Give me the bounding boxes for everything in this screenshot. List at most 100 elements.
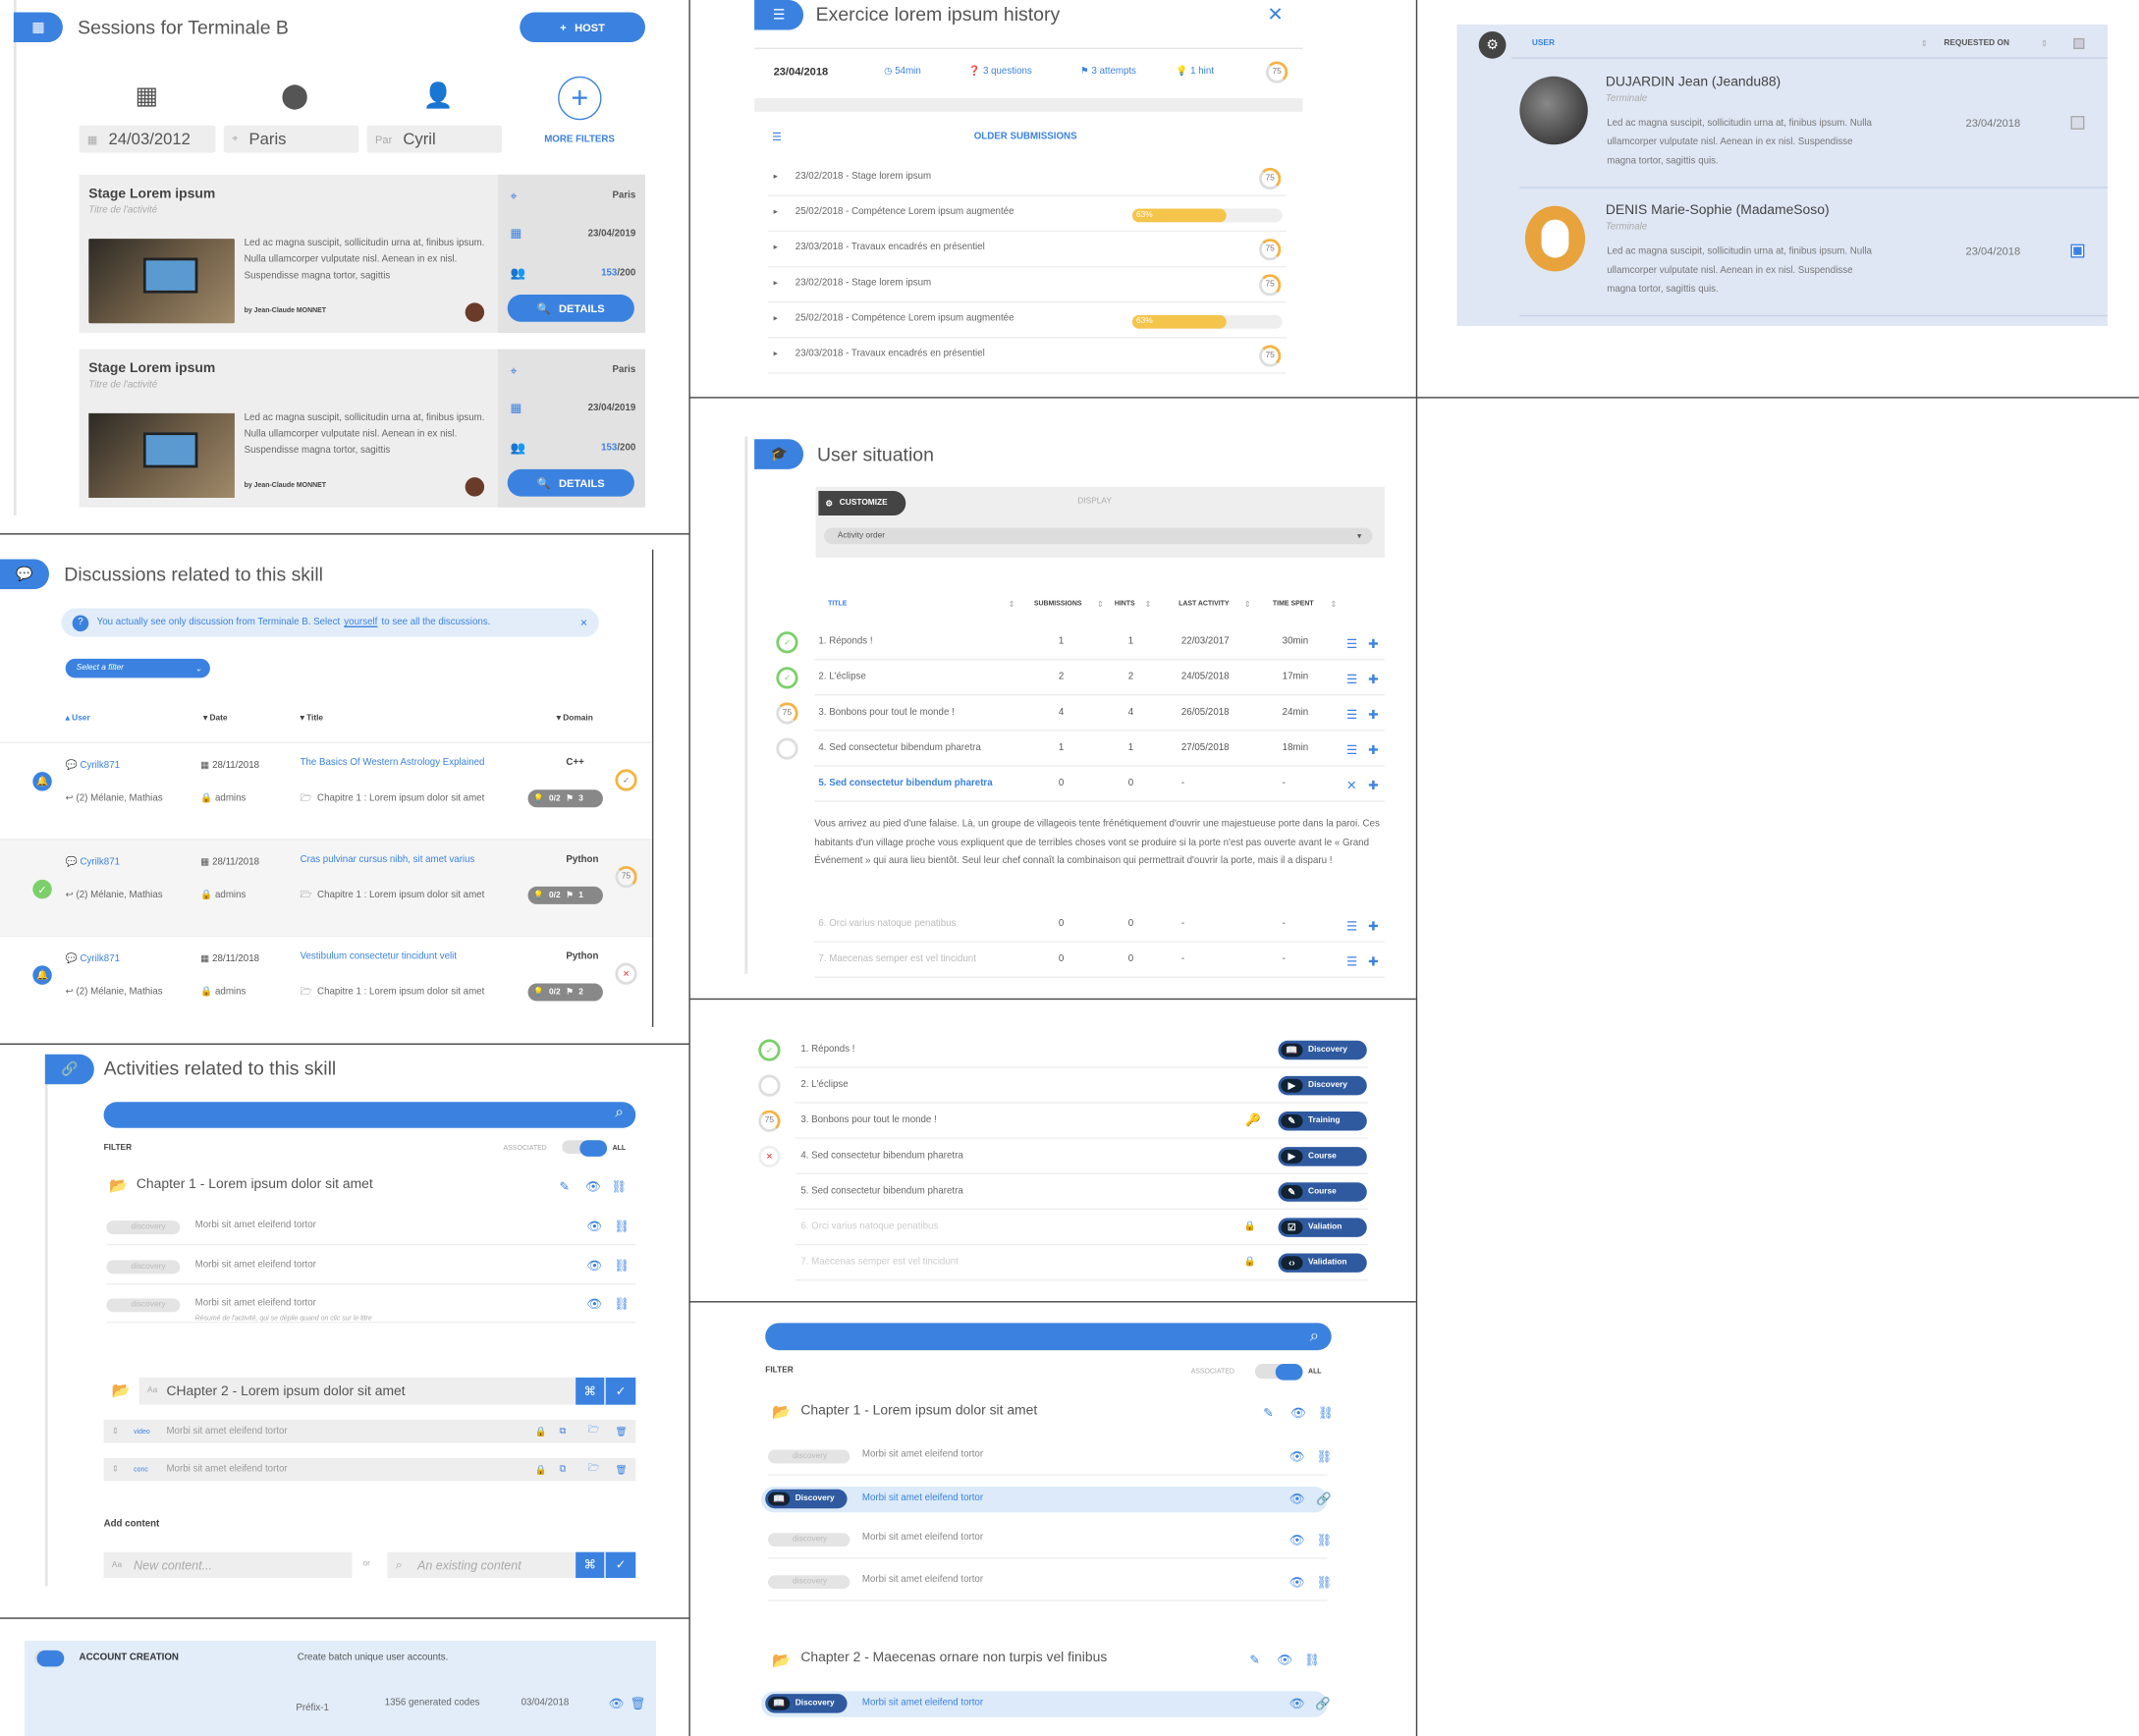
- display-tab[interactable]: DISPLAY: [1077, 498, 1112, 506]
- puzzle-icon[interactable]: ✚: [1368, 743, 1378, 758]
- eye-icon[interactable]: 👁: [1289, 1697, 1305, 1711]
- details-button[interactable]: 🔍 DETAILS: [507, 295, 634, 322]
- col-submissions[interactable]: SUBMISSIONS: [1034, 600, 1082, 608]
- sitemap-button[interactable]: ⌘: [576, 1551, 606, 1579]
- col-time-spent[interactable]: TIME SPENT: [1273, 600, 1314, 608]
- search-icon[interactable]: ⌕: [1310, 1326, 1319, 1346]
- edit-icon[interactable]: ✎: [559, 1179, 569, 1194]
- sort-icon[interactable]: ⇕: [1008, 600, 1015, 610]
- submission-label[interactable]: 25/02/2018 - Compétence Lorem ipsum augm…: [795, 207, 1015, 217]
- caret-right-icon[interactable]: ▸: [774, 278, 778, 288]
- search-icon[interactable]: ⌕: [615, 1105, 624, 1122]
- selected-item[interactable]: 📖 Discovery Morbi sit amet eleifend torto…: [761, 1691, 1331, 1717]
- list-icon[interactable]: ☰: [1346, 954, 1357, 969]
- item-label[interactable]: Morbi sit amet eleifend tortor: [862, 1450, 983, 1460]
- activity-title[interactable]: 7. Maecenas semper est vel tincidunt: [818, 954, 976, 964]
- col-user[interactable]: USER: [1532, 39, 1555, 47]
- drag-icon[interactable]: ⇕: [112, 1465, 119, 1474]
- more-filters-link[interactable]: MORE FILTERS: [544, 136, 615, 145]
- activity-title[interactable]: 7. Maecenas semper est vel tincidunt: [800, 1258, 959, 1268]
- sort-icon[interactable]: ⇕: [1244, 600, 1251, 610]
- folder-icon[interactable]: 🗁: [588, 1424, 600, 1438]
- list-icon[interactable]: ☰: [1346, 673, 1357, 687]
- unlink-icon[interactable]: ⛓: [1316, 1575, 1332, 1590]
- trash-icon[interactable]: 🗑: [615, 1426, 627, 1438]
- chapter-title-input[interactable]: Aa CHapter 2 - Lorem ipsum dolor sit amet: [138, 1377, 576, 1405]
- trash-icon[interactable]: 🗑: [615, 1464, 627, 1475]
- row-checkbox-checked[interactable]: [2070, 244, 2085, 258]
- activity-title[interactable]: 3. Bonbons pour tout le monde !: [818, 708, 954, 718]
- row-checkbox[interactable]: [2070, 116, 2085, 130]
- associated-toggle[interactable]: [562, 1140, 608, 1157]
- caret-right-icon[interactable]: ▸: [774, 243, 778, 252]
- sort-icon[interactable]: ⇕: [2041, 39, 2048, 49]
- activity-title[interactable]: 5. Sed consectetur bibendum pharetra: [818, 779, 992, 788]
- check-button[interactable]: ✓: [605, 1377, 636, 1405]
- order-select[interactable]: Activity order ▾: [823, 527, 1373, 545]
- content-item[interactable]: ⇕ video Morbi sit amet eleifend tortor 🔒 ⧉ 🗁…: [103, 1419, 636, 1443]
- sort-icon[interactable]: ⇕: [1144, 600, 1151, 610]
- col-requested[interactable]: REQUESTED ON: [1944, 39, 2009, 47]
- activity-title[interactable]: 2. L'éclipse: [800, 1080, 848, 1090]
- activity-title[interactable]: 1. Réponds !: [818, 637, 872, 647]
- lock-icon[interactable]: 🔒: [534, 1464, 546, 1475]
- chapter-title[interactable]: Chapter 2 - Maecenas ornare non turpis v…: [800, 1651, 1107, 1665]
- unlink-icon[interactable]: ⛓: [611, 1179, 627, 1194]
- caret-right-icon[interactable]: ▸: [774, 313, 778, 323]
- eye-icon[interactable]: 👁: [1290, 1406, 1306, 1421]
- caret-right-icon[interactable]: ▸: [774, 172, 778, 181]
- eye-icon[interactable]: 👁: [585, 1179, 601, 1194]
- unlink-icon[interactable]: ⛓: [1304, 1653, 1320, 1667]
- eye-icon[interactable]: 👁: [1289, 1450, 1305, 1465]
- link-icon[interactable]: 🔗: [1316, 1492, 1332, 1506]
- col-user[interactable]: ▴ User: [66, 713, 90, 723]
- unlink-icon[interactable]: ⛓: [614, 1220, 630, 1234]
- lock-icon[interactable]: 🔒: [534, 1426, 546, 1438]
- chapter-title[interactable]: Chapter 1 - Lorem ipsum dolor sit amet: [137, 1177, 373, 1192]
- eye-icon[interactable]: 👁: [1289, 1492, 1305, 1506]
- more-filters-plus-icon[interactable]: +: [558, 76, 602, 121]
- list-icon[interactable]: ☰: [1346, 637, 1357, 652]
- new-content-input[interactable]: Aa New content...: [103, 1551, 353, 1579]
- user-name[interactable]: DUJARDIN Jean (Jeandu88): [1606, 75, 1781, 89]
- activity-title[interactable]: 5. Sed consectetur bibendum pharetra: [800, 1186, 962, 1196]
- item-label[interactable]: Morbi sit amet eleifend tortor: [195, 1298, 316, 1308]
- item-label[interactable]: Morbi sit amet eleifend tortor: [862, 1575, 983, 1585]
- activity-title[interactable]: 3. Bonbons pour tout le monde !: [800, 1115, 936, 1125]
- item-label[interactable]: Morbi sit amet eleifend tortor: [195, 1260, 316, 1270]
- submission-label[interactable]: 23/03/2018 - Travaux encadrés en présent…: [795, 243, 985, 252]
- copy-icon[interactable]: ⧉: [559, 1464, 566, 1475]
- content-item[interactable]: ⇕ conc Morbi sit amet eleifend tortor 🔒 ⧉ 🗁 🗑: [103, 1457, 636, 1482]
- close-icon[interactable]: ✕: [1346, 779, 1356, 793]
- sort-icon[interactable]: ⇕: [1921, 39, 1928, 49]
- yourself-link[interactable]: yourself: [344, 618, 377, 627]
- activity-title[interactable]: 1. Réponds !: [800, 1045, 854, 1055]
- eye-icon[interactable]: 👁: [1289, 1575, 1305, 1590]
- city-filter[interactable]: ⌖ Paris: [223, 125, 359, 153]
- list-icon[interactable]: ☰: [1346, 919, 1357, 934]
- associated-toggle[interactable]: [1254, 1364, 1303, 1381]
- edit-icon[interactable]: ✎: [1249, 1653, 1259, 1667]
- link-icon[interactable]: 🔗: [1315, 1697, 1331, 1711]
- user-cell[interactable]: 💬 Cyrilk871: [66, 856, 120, 868]
- chapter-title[interactable]: Chapter 1 - Lorem ipsum dolor sit amet: [800, 1403, 1037, 1418]
- puzzle-icon[interactable]: ✚: [1368, 637, 1378, 652]
- eye-icon[interactable]: 👁: [586, 1220, 602, 1234]
- submission-label[interactable]: 23/02/2018 - Stage lorem ipsum: [795, 172, 931, 182]
- item-label[interactable]: Morbi sit amet eleifend tortor: [862, 1533, 983, 1543]
- caret-right-icon[interactable]: ▸: [774, 350, 778, 358]
- col-title[interactable]: ▾ Title: [301, 713, 324, 723]
- submission-label[interactable]: 23/02/2018 - Stage lorem ipsum: [795, 278, 931, 288]
- card-title[interactable]: Stage Lorem ipsum: [88, 361, 215, 376]
- user-cell[interactable]: 💬 Cyrilk871: [66, 953, 120, 964]
- user-name[interactable]: DENIS Marie-Sophie (MadameSoso): [1606, 203, 1830, 218]
- submission-label[interactable]: 25/02/2018 - Compétence Lorem ipsum augm…: [795, 313, 1015, 323]
- activity-title[interactable]: 6. Orci varius natoque penatibus: [800, 1222, 938, 1232]
- discussion-title-link[interactable]: Vestibulum consectetur tincidunt velit: [301, 952, 457, 962]
- col-last-activity[interactable]: LAST ACTIVITY: [1179, 600, 1229, 608]
- date-filter[interactable]: ▦ 24/03/2012: [79, 125, 216, 153]
- person-filter[interactable]: Par Cyril: [366, 125, 503, 153]
- col-hints[interactable]: HINTS: [1115, 600, 1135, 608]
- unlink-icon[interactable]: ⛓: [1316, 1533, 1332, 1547]
- list-icon[interactable]: ☰: [1346, 743, 1357, 758]
